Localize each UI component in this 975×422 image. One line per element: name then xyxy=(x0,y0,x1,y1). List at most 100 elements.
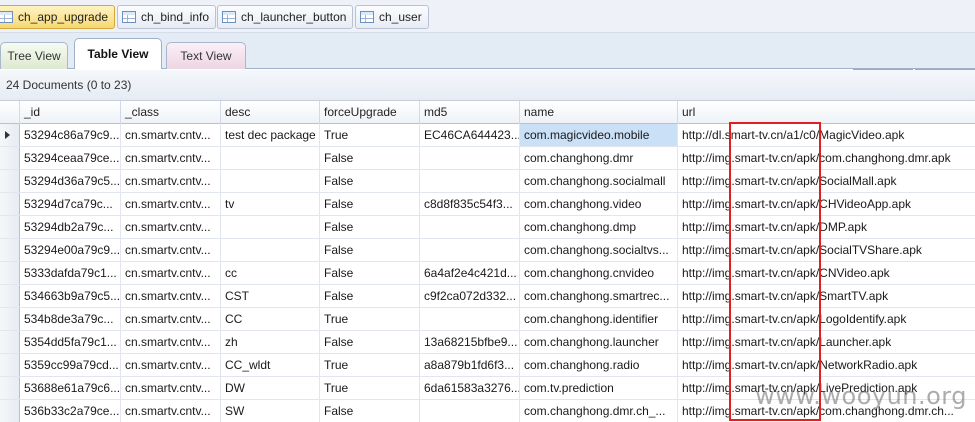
cell-force-upgrade[interactable]: False xyxy=(320,170,420,192)
column-header-id[interactable]: _id xyxy=(20,101,121,124)
cell-force-upgrade[interactable]: True xyxy=(320,124,420,146)
table-row[interactable]: 53294ceaa79ce... cn.smartv.cntv... False… xyxy=(0,147,975,170)
cell-url[interactable]: http://img.smart-tv.cn/apk/com.changhong… xyxy=(678,400,975,422)
cell-id[interactable]: 53294e00a79c9... xyxy=(20,239,121,261)
cell-class[interactable]: cn.smartv.cntv... xyxy=(121,331,221,353)
cell-force-upgrade[interactable]: False xyxy=(320,216,420,238)
table-row[interactable]: 53688e61a79c6... cn.smartv.cntv... DW Tr… xyxy=(0,377,975,400)
table-row[interactable]: 5354dd5fa79c1... cn.smartv.cntv... zh Fa… xyxy=(0,331,975,354)
cell-url[interactable]: http://img.smart-tv.cn/apk/LivePredictio… xyxy=(678,377,975,399)
column-header-class[interactable]: _class xyxy=(121,101,221,124)
cell-id[interactable]: 5354dd5fa79c1... xyxy=(20,331,121,353)
cell-id[interactable]: 5333dafda79c1... xyxy=(20,262,121,284)
cell-desc[interactable] xyxy=(221,239,320,261)
cell-class[interactable]: cn.smartv.cntv... xyxy=(121,124,221,146)
cell-force-upgrade[interactable]: True xyxy=(320,308,420,330)
cell-md5[interactable]: EC46CA644423... xyxy=(420,124,520,146)
cell-url[interactable]: http://img.smart-tv.cn/apk/SocialTVShare… xyxy=(678,239,975,261)
cell-force-upgrade[interactable]: False xyxy=(320,400,420,422)
cell-id[interactable]: 534663b9a79c5... xyxy=(20,285,121,307)
table-row[interactable]: 5359cc99a79cd... cn.smartv.cntv... CC_wl… xyxy=(0,354,975,377)
cell-md5[interactable]: 13a68215bfbe9... xyxy=(420,331,520,353)
cell-url[interactable]: http://img.smart-tv.cn/apk/Launcher.apk xyxy=(678,331,975,353)
row-selector[interactable] xyxy=(0,147,20,169)
cell-name[interactable]: com.changhong.socialmall xyxy=(520,170,678,192)
table-row[interactable]: 53294e00a79c9... cn.smartv.cntv... False… xyxy=(0,239,975,262)
cell-name[interactable]: com.changhong.identifier xyxy=(520,308,678,330)
cell-id[interactable]: 53294ceaa79ce... xyxy=(20,147,121,169)
cell-name[interactable]: com.changhong.socialtvs... xyxy=(520,239,678,261)
table-row[interactable]: 534b8de3a79c... cn.smartv.cntv... CC Tru… xyxy=(0,308,975,331)
cell-id[interactable]: 53294c86a79c9... xyxy=(20,124,121,146)
row-selector[interactable] xyxy=(0,193,20,215)
row-selector[interactable] xyxy=(0,170,20,192)
cell-force-upgrade[interactable]: True xyxy=(320,377,420,399)
cell-name[interactable]: com.changhong.smartrec... xyxy=(520,285,678,307)
cell-desc[interactable]: CC_wldt xyxy=(221,354,320,376)
cell-md5[interactable] xyxy=(420,216,520,238)
cell-name[interactable]: com.changhong.dmr xyxy=(520,147,678,169)
table-row[interactable]: 536b33c2a79ce... cn.smartv.cntv... SW Fa… xyxy=(0,400,975,422)
cell-name[interactable]: com.changhong.dmp xyxy=(520,216,678,238)
column-header-md5[interactable]: md5 xyxy=(420,101,520,124)
cell-md5[interactable]: 6da61583a3276... xyxy=(420,377,520,399)
row-selector[interactable] xyxy=(0,285,20,307)
cell-class[interactable]: cn.smartv.cntv... xyxy=(121,239,221,261)
table-row[interactable]: 5333dafda79c1... cn.smartv.cntv... cc Fa… xyxy=(0,262,975,285)
cell-class[interactable]: cn.smartv.cntv... xyxy=(121,216,221,238)
table-row[interactable]: 53294d36a79c5... cn.smartv.cntv... False… xyxy=(0,170,975,193)
cell-desc[interactable]: zh xyxy=(221,331,320,353)
cell-url[interactable]: http://img.smart-tv.cn/apk/NetworkRadio.… xyxy=(678,354,975,376)
row-selector[interactable] xyxy=(0,239,20,261)
cell-desc[interactable]: CST xyxy=(221,285,320,307)
cell-class[interactable]: cn.smartv.cntv... xyxy=(121,354,221,376)
cell-desc[interactable]: SW xyxy=(221,400,320,422)
row-selector[interactable] xyxy=(0,331,20,353)
cell-url[interactable]: http://img.smart-tv.cn/apk/SmartTV.apk xyxy=(678,285,975,307)
row-selector[interactable] xyxy=(0,124,20,146)
cell-name[interactable]: com.magicvideo.mobile xyxy=(520,124,678,146)
cell-url[interactable]: http://img.smart-tv.cn/apk/CHVideoApp.ap… xyxy=(678,193,975,215)
row-selector[interactable] xyxy=(0,377,20,399)
cell-id[interactable]: 536b33c2a79ce... xyxy=(20,400,121,422)
collection-tab-ch-app-upgrade[interactable]: ch_app_upgrade xyxy=(0,5,116,29)
cell-desc[interactable] xyxy=(221,147,320,169)
cell-desc[interactable]: CC xyxy=(221,308,320,330)
cell-force-upgrade[interactable]: False xyxy=(320,285,420,307)
table-row[interactable]: 534663b9a79c5... cn.smartv.cntv... CST F… xyxy=(0,285,975,308)
cell-force-upgrade[interactable]: False xyxy=(320,193,420,215)
cell-id[interactable]: 53294d36a79c5... xyxy=(20,170,121,192)
cell-md5[interactable]: 6a4af2e4c421d... xyxy=(420,262,520,284)
cell-id[interactable]: 5359cc99a79cd... xyxy=(20,354,121,376)
column-header-desc[interactable]: desc xyxy=(221,101,320,124)
cell-class[interactable]: cn.smartv.cntv... xyxy=(121,308,221,330)
cell-desc[interactable]: test dec package xyxy=(221,124,320,146)
row-selector[interactable] xyxy=(0,354,20,376)
cell-force-upgrade[interactable]: False xyxy=(320,239,420,261)
cell-id[interactable]: 53688e61a79c6... xyxy=(20,377,121,399)
cell-md5[interactable]: c9f2ca072d332... xyxy=(420,285,520,307)
collection-tab-ch-bind-info[interactable]: ch_bind_info xyxy=(117,5,217,29)
cell-class[interactable]: cn.smartv.cntv... xyxy=(121,400,221,422)
cell-name[interactable]: com.changhong.radio xyxy=(520,354,678,376)
collection-tab-ch-launcher-button[interactable]: ch_launcher_button xyxy=(217,5,354,29)
cell-id[interactable]: 53294d7ca79c... xyxy=(20,193,121,215)
cell-class[interactable]: cn.smartv.cntv... xyxy=(121,285,221,307)
cell-id[interactable]: 534b8de3a79c... xyxy=(20,308,121,330)
cell-desc[interactable]: cc xyxy=(221,262,320,284)
cell-md5[interactable] xyxy=(420,239,520,261)
cell-md5[interactable] xyxy=(420,308,520,330)
column-header-force-upgrade[interactable]: forceUpgrade xyxy=(320,101,420,124)
cell-class[interactable]: cn.smartv.cntv... xyxy=(121,170,221,192)
cell-md5[interactable] xyxy=(420,400,520,422)
collection-tab-ch-user[interactable]: ch_user xyxy=(355,5,429,29)
cell-force-upgrade[interactable]: False xyxy=(320,331,420,353)
cell-url[interactable]: http://img.smart-tv.cn/apk/DMP.apk xyxy=(678,216,975,238)
cell-name[interactable]: com.changhong.launcher xyxy=(520,331,678,353)
cell-url[interactable]: http://img.smart-tv.cn/apk/CNVideo.apk xyxy=(678,262,975,284)
tab-text-view[interactable]: Text View xyxy=(166,42,246,69)
tab-table-view[interactable]: Table View xyxy=(74,38,162,69)
row-selector[interactable] xyxy=(0,400,20,422)
cell-force-upgrade[interactable]: False xyxy=(320,262,420,284)
cell-desc[interactable] xyxy=(221,216,320,238)
